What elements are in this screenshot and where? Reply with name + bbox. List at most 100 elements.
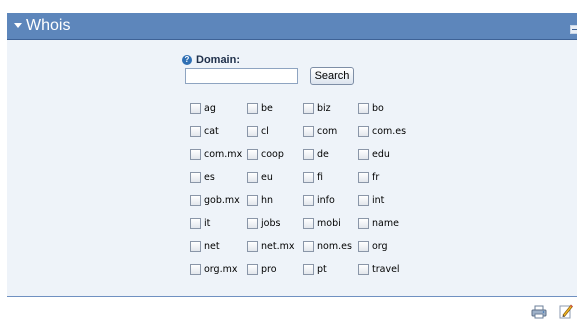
tld-option[interactable]: ag <box>190 102 216 115</box>
tld-option[interactable]: com.es <box>358 125 406 138</box>
tld-label: org <box>372 241 388 252</box>
tld-option[interactable]: org.mx <box>190 263 237 276</box>
tld-label: mobi <box>317 218 341 229</box>
tld-option[interactable]: net.mx <box>247 240 295 253</box>
tld-option[interactable]: info <box>303 194 335 207</box>
tld-option[interactable]: edu <box>358 148 390 161</box>
tld-option[interactable]: be <box>247 102 273 115</box>
minimize-icon[interactable] <box>570 25 577 34</box>
tld-option[interactable]: jobs <box>247 217 280 230</box>
tld-checkbox[interactable] <box>247 264 258 275</box>
tld-label: de <box>317 149 329 160</box>
tld-label: ag <box>204 103 216 114</box>
tld-checkbox[interactable] <box>247 149 258 160</box>
tld-option[interactable]: coop <box>247 148 284 161</box>
panel-body: ? Domain: Search ag be biz bo cat cl com com.es… <box>7 40 577 297</box>
tld-checkbox[interactable] <box>303 149 314 160</box>
tld-checkbox[interactable] <box>303 103 314 114</box>
tld-option[interactable]: pt <box>303 263 327 276</box>
tld-checkbox[interactable] <box>190 241 201 252</box>
tld-checkbox[interactable] <box>358 218 369 229</box>
tld-checkbox[interactable] <box>247 103 258 114</box>
tld-label: cl <box>261 126 269 137</box>
tld-option[interactable]: travel <box>358 263 400 276</box>
tld-label: org.mx <box>204 264 238 275</box>
tld-option[interactable]: it <box>190 217 210 230</box>
domain-input[interactable] <box>185 68 298 84</box>
tld-label: jobs <box>261 218 281 229</box>
tld-option[interactable]: org <box>358 240 388 253</box>
tld-option[interactable]: mobi <box>303 217 341 230</box>
triangle-down-icon[interactable] <box>14 23 22 28</box>
tld-label: nom.es <box>317 241 352 252</box>
tld-checkbox[interactable] <box>190 149 201 160</box>
tld-option[interactable]: eu <box>247 171 273 184</box>
tld-option[interactable]: bo <box>358 102 384 115</box>
tld-label: com <box>317 126 338 137</box>
tld-label: eu <box>261 172 273 183</box>
tld-label: es <box>204 172 215 183</box>
tld-option[interactable]: cl <box>247 125 269 138</box>
tld-checkbox[interactable] <box>190 195 201 206</box>
tld-checkbox[interactable] <box>247 241 258 252</box>
tld-label: it <box>204 218 211 229</box>
tld-option[interactable]: net <box>190 240 220 253</box>
tld-option[interactable]: pro <box>247 263 277 276</box>
tld-option[interactable]: de <box>303 148 329 161</box>
panel-header[interactable]: Whois <box>7 13 577 40</box>
tld-checkbox[interactable] <box>247 195 258 206</box>
tld-checkbox[interactable] <box>358 149 369 160</box>
domain-label: Domain: <box>196 54 240 66</box>
tld-option[interactable]: biz <box>303 102 331 115</box>
tld-checkbox[interactable] <box>190 103 201 114</box>
tld-checkbox[interactable] <box>358 264 369 275</box>
tld-option[interactable]: com <box>303 125 337 138</box>
tld-checkbox[interactable] <box>358 103 369 114</box>
tld-label: int <box>372 195 385 206</box>
tld-option[interactable]: com.mx <box>190 148 242 161</box>
tld-option[interactable]: nom.es <box>303 240 352 253</box>
tld-checkbox[interactable] <box>358 126 369 137</box>
tld-checkbox[interactable] <box>303 264 314 275</box>
panel-title: Whois <box>26 17 71 34</box>
domain-label-row: ? Domain: <box>182 54 240 66</box>
print-icon[interactable] <box>531 305 547 319</box>
tld-label: fi <box>317 172 323 183</box>
tld-label: gob.mx <box>204 195 240 206</box>
tld-checkbox[interactable] <box>303 241 314 252</box>
tld-label: cat <box>204 126 219 137</box>
tld-option[interactable]: fi <box>303 171 323 184</box>
tld-label: edu <box>372 149 390 160</box>
tld-label: hn <box>261 195 274 206</box>
tld-checkbox[interactable] <box>303 126 314 137</box>
tld-checkbox[interactable] <box>190 126 201 137</box>
tld-checkbox[interactable] <box>303 172 314 183</box>
tld-option[interactable]: name <box>358 217 399 230</box>
tld-checkbox[interactable] <box>358 241 369 252</box>
tld-label: com.es <box>372 126 407 137</box>
tld-checkbox[interactable] <box>358 172 369 183</box>
tld-option[interactable]: fr <box>358 171 379 184</box>
tld-checkbox[interactable] <box>247 126 258 137</box>
tld-option[interactable]: cat <box>190 125 219 138</box>
tld-option[interactable]: gob.mx <box>190 194 240 207</box>
tld-checkbox[interactable] <box>190 218 201 229</box>
tld-label: net <box>204 241 220 252</box>
tld-option[interactable]: int <box>358 194 384 207</box>
tld-label: bo <box>372 103 384 114</box>
search-button[interactable]: Search <box>310 67 354 85</box>
tld-label: coop <box>261 149 284 160</box>
tld-checkbox[interactable] <box>303 218 314 229</box>
tld-option[interactable]: es <box>190 171 215 184</box>
tld-checkbox[interactable] <box>247 172 258 183</box>
tld-checkbox[interactable] <box>247 218 258 229</box>
tld-checkbox[interactable] <box>190 264 201 275</box>
edit-icon[interactable] <box>559 303 573 319</box>
tld-label: be <box>261 103 273 114</box>
help-icon[interactable]: ? <box>182 55 192 65</box>
tld-checkbox[interactable] <box>303 195 314 206</box>
tld-option[interactable]: hn <box>247 194 273 207</box>
tld-checkbox[interactable] <box>358 195 369 206</box>
tld-checkbox[interactable] <box>190 172 201 183</box>
tld-label: info <box>317 195 335 206</box>
